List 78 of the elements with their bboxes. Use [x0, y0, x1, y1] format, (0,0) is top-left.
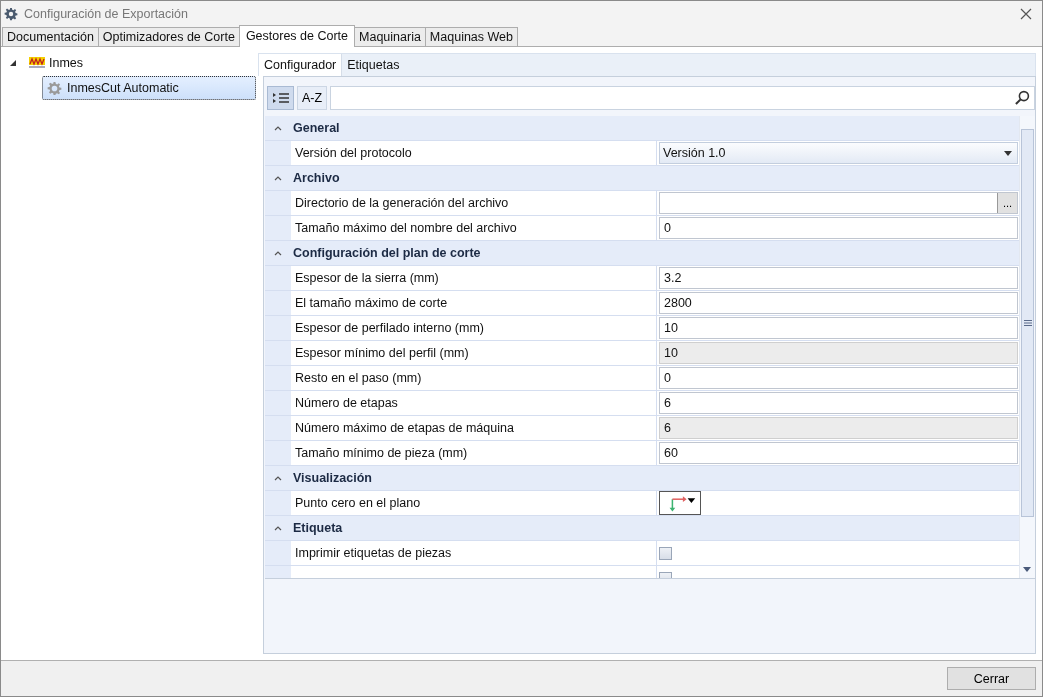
- property-row[interactable]: Punto cero en el plano: [265, 491, 1019, 516]
- window-title: Configuración de Exportación: [24, 6, 189, 21]
- property-row[interactable]: Resto en el paso (mm) 0: [265, 366, 1019, 391]
- tab[interactable]: Maquinaria: [354, 27, 426, 46]
- property-row[interactable]: Espesor de perfilado interno (mm) 10: [265, 316, 1019, 341]
- grip-icon: [1023, 320, 1032, 326]
- tab[interactable]: Gestores de Corte: [238, 25, 355, 47]
- category-title: Visualización: [293, 471, 372, 485]
- category-title: General: [293, 121, 340, 135]
- value-field[interactable]: 0: [659, 217, 1018, 239]
- scroll-down-icon[interactable]: [1023, 567, 1031, 572]
- value-field[interactable]: 0: [659, 367, 1018, 389]
- search-icon[interactable]: [1015, 90, 1030, 105]
- caret-icon: [1004, 150, 1012, 156]
- category-title: Archivo: [293, 171, 340, 185]
- value-field[interactable]: 3.2: [659, 267, 1018, 289]
- property-label: Número de etapas: [295, 396, 398, 410]
- tab[interactable]: Configurador: [259, 54, 343, 76]
- scrollbar[interactable]: [1019, 116, 1035, 578]
- category-header[interactable]: Archivo: [265, 166, 1019, 191]
- origin-dropdown[interactable]: [659, 491, 701, 515]
- property-label: Imprimir etiquetas de piezas: [295, 546, 452, 560]
- tab[interactable]: Maquinas Web: [424, 27, 518, 46]
- property-row[interactable]: Espesor de la sierra (mm) 3.2: [265, 266, 1019, 291]
- gear-icon: [47, 80, 62, 96]
- property-row[interactable]: Número máximo de etapas de máquina 6: [265, 416, 1019, 441]
- search-field[interactable]: [330, 85, 1035, 110]
- property-label: Número máximo de etapas de máquina: [295, 421, 514, 435]
- tab[interactable]: Documentación: [2, 27, 99, 46]
- category-title: Configuración del plan de corte: [293, 246, 481, 260]
- property-label: Versión del protocolo: [295, 146, 412, 160]
- chevron-icon[interactable]: [274, 175, 282, 181]
- property-row[interactable]: Tamaño mínimo de pieza (mm) 60: [265, 441, 1019, 466]
- logo-icon: [29, 57, 45, 69]
- property-label: Espesor de perfilado interno (mm): [295, 321, 484, 335]
- version-dropdown[interactable]: Versión 1.0: [659, 142, 1018, 164]
- property-row[interactable]: Imprimir etiquetas de piezas: [265, 541, 1019, 566]
- property-label: Directorio de la generación del archivo: [295, 196, 509, 210]
- property-row[interactable]: Versión del protocolo Versión 1.0: [265, 141, 1019, 166]
- tree-item[interactable]: InmesCut Automatic: [42, 76, 256, 100]
- value-field[interactable]: 6: [659, 392, 1018, 414]
- category-header[interactable]: Visualización: [265, 466, 1019, 491]
- property-label: Espesor de la sierra (mm): [295, 271, 439, 285]
- property-label: Espesor mínimo del perfil (mm): [295, 346, 469, 360]
- value-field[interactable]: 10: [659, 317, 1018, 339]
- property-row[interactable]: Número de etapas 6: [265, 391, 1019, 416]
- category-header[interactable]: Etiqueta: [265, 516, 1019, 541]
- property-row[interactable]: Tamaño máximo del nombre del archivo 0: [265, 216, 1019, 241]
- category-header[interactable]: General: [265, 116, 1019, 141]
- value-field[interactable]: 2800: [659, 292, 1018, 314]
- property-label: Tamaño máximo del nombre del archivo: [295, 221, 517, 235]
- chevron-icon[interactable]: [274, 525, 282, 531]
- property-label: Punto cero en el plano: [295, 496, 421, 510]
- gear-icon: [4, 6, 18, 21]
- chevron-icon[interactable]: [274, 475, 282, 481]
- alphabetical-button[interactable]: A-Z: [297, 85, 328, 110]
- tab[interactable]: Optimizadores de Corte: [97, 27, 240, 46]
- property-row[interactable]: Espesor mínimo del perfil (mm) 10: [265, 341, 1019, 366]
- chevron-icon[interactable]: [274, 250, 282, 256]
- checkbox[interactable]: [659, 546, 672, 560]
- scrollbar-thumb[interactable]: [1021, 129, 1034, 517]
- property-label: El tamaño máximo de corte: [295, 296, 448, 310]
- value-field[interactable]: 60: [659, 442, 1018, 464]
- value-field: 6: [659, 417, 1018, 439]
- property-label: Resto en el paso (mm): [295, 371, 422, 385]
- categorized-button[interactable]: [267, 85, 294, 110]
- expander-icon[interactable]: [9, 59, 17, 67]
- list-icon: [272, 91, 289, 104]
- close-button[interactable]: Cerrar: [947, 667, 1036, 690]
- property-label: Tamaño mínimo de pieza (mm): [295, 446, 468, 460]
- chevron-icon[interactable]: [274, 125, 282, 131]
- tree-item[interactable]: Inmes: [49, 56, 84, 70]
- category-title: Etiqueta: [293, 521, 343, 535]
- value-field: 10: [659, 342, 1018, 364]
- property-row[interactable]: El tamaño máximo de corte 2800: [265, 291, 1019, 316]
- tab[interactable]: Etiquetas: [342, 54, 405, 76]
- close-icon[interactable]: [1020, 7, 1032, 20]
- category-header[interactable]: Configuración del plan de corte: [265, 241, 1019, 266]
